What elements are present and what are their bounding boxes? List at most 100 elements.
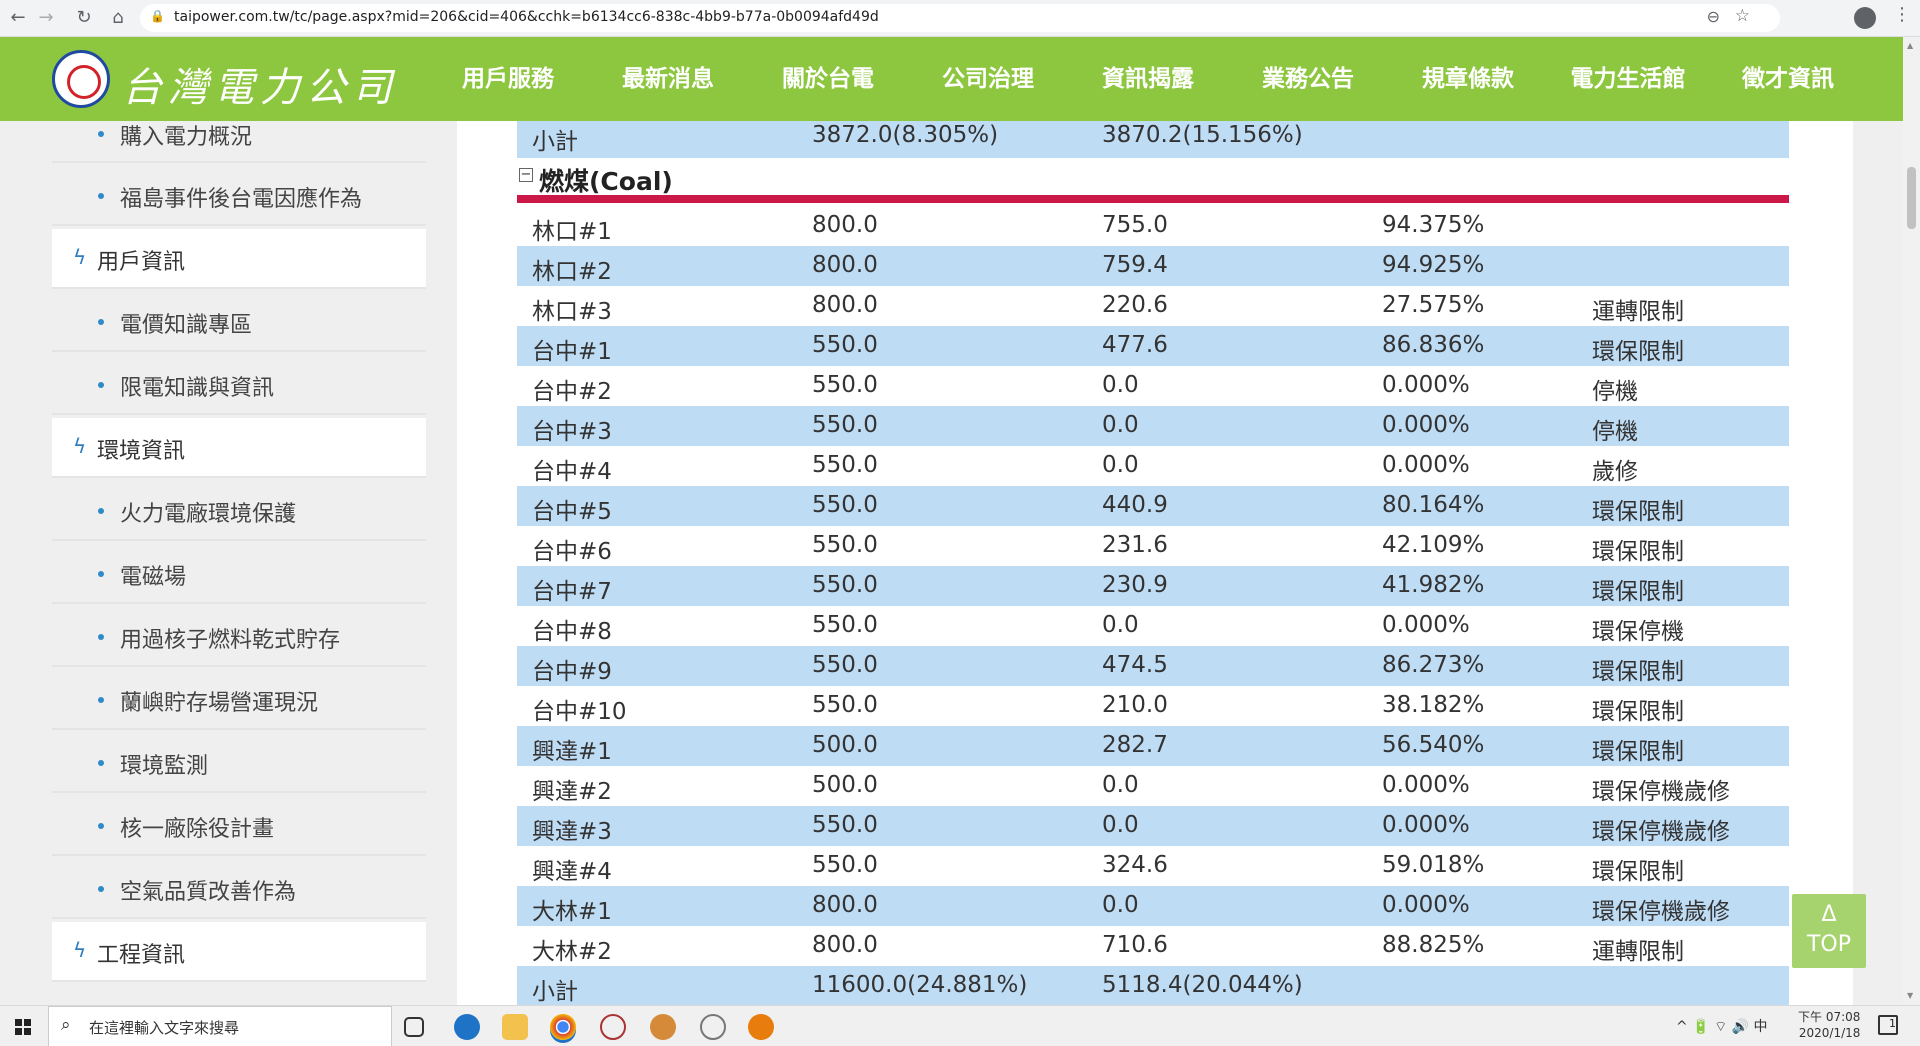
sidebar-item-label: 用戶資訊 — [97, 250, 186, 275]
cell-output: 759.4 — [1102, 252, 1168, 278]
sidebar-item[interactable]: 用過核子燃料乾式貯存 — [52, 607, 426, 667]
app-icon-1[interactable] — [600, 1014, 626, 1040]
table-row-subtotal: 小計 11600.0(24.881%) 5118.4(20.044%) — [517, 966, 1789, 1005]
sidebar-category[interactable]: ϟ 工程資訊 — [52, 922, 426, 982]
nav-item[interactable]: 最新消息 — [588, 37, 748, 121]
cell-ratio: 27.575% — [1382, 292, 1485, 318]
sidebar-item[interactable]: 環境監測 — [52, 733, 426, 793]
bullet-icon — [98, 571, 104, 577]
system-tray[interactable]: ^ 🔋 ⌔ 🔊 中 — [1676, 1016, 1768, 1036]
page-scrollbar[interactable]: ▲ ▼ — [1903, 37, 1920, 1005]
cell-name: 林口#1 — [532, 219, 612, 245]
app-icon-2[interactable] — [650, 1014, 676, 1040]
cell-capacity: 500.0 — [812, 772, 878, 798]
cell-name: 台中#10 — [532, 699, 627, 725]
cell-output: 755.0 — [1102, 212, 1168, 238]
cell-note: 環保停機歲修 — [1592, 899, 1730, 925]
address-bar[interactable]: 🔒 taipower.com.tw/tc/page.aspx?mid=206&c… — [140, 4, 1780, 32]
sidebar-item[interactable]: 空氣品質改善作為 — [52, 859, 426, 919]
sidebar-category[interactable]: ϟ 用戶資訊 — [52, 229, 426, 289]
cell-output: 230.9 — [1102, 572, 1168, 598]
sidebar-item[interactable]: 購入電力概況 — [52, 121, 426, 163]
cell-capacity: 500.0 — [812, 732, 878, 758]
scroll-up-icon[interactable]: ▲ — [1907, 41, 1913, 50]
cell-note: 環保限制 — [1592, 499, 1684, 525]
nav-item[interactable]: 關於台電 — [748, 37, 908, 121]
nav-item[interactable]: 資訊揭露 — [1068, 37, 1228, 121]
sidebar-item[interactable]: 核一廠除役計畫 — [52, 796, 426, 856]
windows-taskbar: ⌕ 在這裡輸入文字來搜尋 ^ 🔋 ⌔ 🔊 中 下午 07:08 2020/1/1… — [0, 1005, 1920, 1046]
app-icon-3[interactable] — [700, 1014, 726, 1040]
start-button[interactable] — [0, 1006, 46, 1046]
sidebar-item-label: 環境監測 — [120, 754, 209, 779]
back-icon[interactable]: ← — [6, 6, 30, 30]
nav-item[interactable]: 電力生活館 — [1548, 37, 1708, 121]
nav-item[interactable]: 公司治理 — [908, 37, 1068, 121]
system-clock[interactable]: 下午 07:08 2020/1/18 — [1798, 1009, 1860, 1041]
cell-note: 環保停機歲修 — [1592, 819, 1730, 845]
zoom-icon[interactable]: ⊖ — [1707, 7, 1720, 26]
notification-icon[interactable]: 1 — [1878, 1015, 1898, 1035]
cell-note: 環保停機歲修 — [1592, 779, 1730, 805]
cell-note: 停機 — [1592, 419, 1638, 445]
table-row: 台中#5 550.0 440.9 80.164% 環保限制 — [517, 486, 1789, 526]
sidebar-item[interactable]: 電磁場 — [52, 544, 426, 604]
browser-menu-icon[interactable]: ⋮ — [1893, 4, 1911, 25]
cell-name: 小計 — [532, 979, 578, 1005]
sidebar-item[interactable]: 電價知識專區 — [52, 292, 426, 352]
cell-capacity: 550.0 — [812, 852, 878, 878]
scrollbar-thumb[interactable] — [1907, 167, 1916, 229]
sidebar-item[interactable]: 火力電廠環境保護 — [52, 481, 426, 541]
cell-name: 台中#3 — [532, 419, 612, 445]
table-row: 台中#9 550.0 474.5 86.273% 環保限制 — [517, 646, 1789, 686]
url-text[interactable]: taipower.com.tw/tc/page.aspx?mid=206&cid… — [174, 9, 879, 25]
home-icon[interactable]: ⌂ — [106, 6, 130, 30]
chrome-icon[interactable] — [550, 1014, 576, 1040]
sidebar-item-label: 空氣品質改善作為 — [120, 880, 297, 905]
cell-name: 興達#3 — [532, 819, 612, 845]
cell-note: 環保限制 — [1592, 859, 1684, 885]
table-body: 林口#1 800.0 755.0 94.375% 林口#2 800.0 759.4 94.92… — [517, 206, 1789, 1005]
nav-item[interactable]: 徵才資訊 — [1708, 37, 1868, 121]
cell-name: 台中#2 — [532, 379, 612, 405]
taipower-logo-icon[interactable] — [52, 50, 110, 108]
forward-icon[interactable]: → — [34, 6, 58, 30]
collapse-icon[interactable]: − — [519, 168, 533, 182]
site-logo-text[interactable]: 台灣電力公司 — [122, 55, 398, 113]
cell-ratio: 0.000% — [1382, 612, 1470, 638]
section-heading-coal: − 燃煤(Coal) — [517, 158, 1789, 203]
back-to-top-button[interactable]: Δ TOP — [1792, 894, 1866, 968]
cell-name: 台中#5 — [532, 499, 612, 525]
taskbar-search-box[interactable]: ⌕ 在這裡輸入文字來搜尋 — [48, 1006, 392, 1046]
sidebar-item[interactable]: 福島事件後台電因應作為 — [52, 166, 426, 226]
scroll-down-icon[interactable]: ▼ — [1907, 991, 1913, 1000]
sidebar-item-label: 電價知識專區 — [120, 313, 253, 338]
sidebar-category[interactable]: ϟ 環境資訊 — [52, 418, 426, 478]
blender-icon[interactable] — [748, 1014, 774, 1040]
search-icon: ⌕ — [61, 1015, 71, 1035]
sidebar-item[interactable]: 蘭嶼貯存場營運現況 — [52, 670, 426, 730]
profile-icon[interactable] — [1854, 7, 1876, 29]
sidebar-item-label: 用過核子燃料乾式貯存 — [120, 628, 341, 653]
bullet-icon — [98, 634, 104, 640]
cell-note: 停機 — [1592, 379, 1638, 405]
browser-toolbar: ← → ↻ ⌂ 🔒 taipower.com.tw/tc/page.aspx?m… — [0, 0, 1920, 37]
taskbar-search-placeholder[interactable]: 在這裡輸入文字來搜尋 — [89, 1017, 239, 1038]
edge-icon[interactable] — [454, 1014, 480, 1040]
bookmark-star-icon[interactable]: ☆ — [1735, 6, 1750, 26]
cell-capacity: 550.0 — [812, 452, 878, 478]
cell-output: 231.6 — [1102, 532, 1168, 558]
reload-icon[interactable]: ↻ — [72, 6, 96, 30]
sidebar-item[interactable]: 限電知識與資訊 — [52, 355, 426, 415]
section-title[interactable]: 燃煤(Coal) — [539, 162, 673, 198]
nav-item[interactable]: 規章條款 — [1388, 37, 1548, 121]
table-row: 林口#2 800.0 759.4 94.925% — [517, 246, 1789, 286]
nav-item[interactable]: 業務公告 — [1228, 37, 1388, 121]
sidebar-item[interactable]: 新電源開發計畫 — [52, 985, 426, 1005]
file-explorer-icon[interactable] — [502, 1014, 528, 1040]
cell-ratio: 59.018% — [1382, 852, 1485, 878]
nav-item[interactable]: 用戶服務 — [428, 37, 588, 121]
task-view-icon[interactable] — [404, 1017, 424, 1037]
cell-output: 0.0 — [1102, 412, 1139, 438]
bullet-icon — [98, 131, 104, 137]
